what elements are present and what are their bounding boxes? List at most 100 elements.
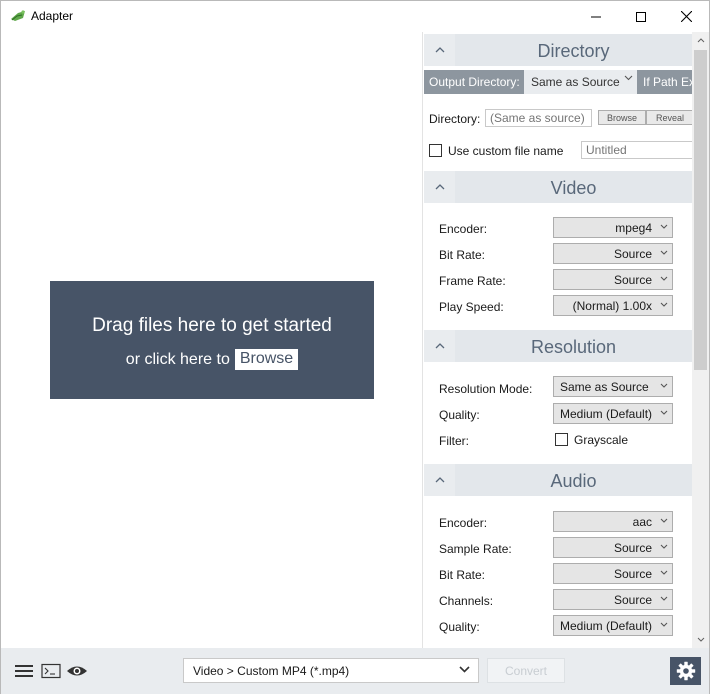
custom-file-name-input[interactable] <box>581 141 693 159</box>
chevron-up-icon <box>435 184 444 190</box>
resolution-filter-label: Filter: <box>439 434 469 448</box>
chevron-down-icon <box>660 224 668 229</box>
preview-button[interactable] <box>64 658 89 683</box>
video-bitrate-value: Source <box>613 247 652 261</box>
directory-input[interactable] <box>485 109 592 127</box>
custom-file-name-label: Use custom file name <box>448 144 564 158</box>
audio-bitrate-value: Source <box>613 567 652 581</box>
video-playspeed-value: (Normal) 1.00x <box>572 299 652 313</box>
resolution-mode-label: Resolution Mode: <box>439 382 533 396</box>
grayscale-checkbox[interactable] <box>555 433 568 446</box>
audio-quality-select[interactable]: Medium (Default) <box>553 615 673 636</box>
audio-encoder-select[interactable]: aac <box>553 511 673 532</box>
resolution-collapse-toggle[interactable] <box>424 330 455 362</box>
video-collapse-toggle[interactable] <box>424 171 455 203</box>
resolution-quality-label: Quality: <box>439 408 480 422</box>
audio-bitrate-select[interactable]: Source <box>553 563 673 584</box>
audio-encoder-value: aac <box>632 515 652 529</box>
resolution-quality-select[interactable]: Medium (Default) <box>553 403 673 424</box>
chevron-down-icon <box>660 622 668 627</box>
chevron-down-icon <box>660 518 668 523</box>
close-button[interactable] <box>663 1 709 32</box>
close-icon <box>680 11 692 22</box>
resolution-quality-value: Medium (Default) <box>560 407 653 421</box>
video-section-header[interactable]: Video <box>424 171 692 203</box>
scroll-down-arrow-icon <box>697 637 704 642</box>
output-directory-label: Output Directory: <box>424 70 524 94</box>
minimize-icon <box>591 16 601 17</box>
chevron-up-icon <box>435 343 444 349</box>
settings-scrollbar[interactable] <box>692 32 709 648</box>
drop-zone-title: Drag files here to get started <box>92 315 332 336</box>
output-directory-select[interactable]: Same as Source <box>524 70 637 94</box>
drop-zone[interactable]: Drag files here to get started or click … <box>50 281 374 399</box>
chevron-down-icon <box>660 302 668 307</box>
scroll-up-arrow-icon <box>697 38 704 43</box>
chevron-down-icon <box>660 544 668 549</box>
app-window: Adapter Drag files here to get started o… <box>0 0 710 694</box>
window-title: Adapter <box>31 9 74 23</box>
directory-browse-button[interactable]: Browse <box>598 110 646 125</box>
if-path-exists-label: If Path Exi <box>637 70 697 94</box>
preset-select[interactable]: Video > Custom MP4 (*.mp4) <box>183 658 479 683</box>
audio-samplerate-label: Sample Rate: <box>439 542 512 556</box>
directory-section-header[interactable]: Directory <box>424 34 692 66</box>
chevron-down-icon <box>660 410 668 415</box>
audio-channels-value: Source <box>613 593 652 607</box>
chevron-down-icon <box>624 75 633 81</box>
file-drop-area: Drag files here to get started or click … <box>1 32 422 648</box>
video-section-title: Video <box>550 178 597 198</box>
audio-section-header[interactable]: Audio <box>424 464 692 496</box>
chevron-down-icon <box>660 596 668 601</box>
audio-quality-label: Quality: <box>439 620 480 634</box>
chevron-up-icon <box>435 477 444 483</box>
audio-collapse-toggle[interactable] <box>424 464 455 496</box>
convert-button[interactable]: Convert <box>487 658 565 683</box>
video-framerate-label: Frame Rate: <box>439 274 506 288</box>
resolution-mode-select[interactable]: Same as Source <box>553 376 673 397</box>
resolution-section-title: Resolution <box>530 337 617 357</box>
scroll-up-button[interactable] <box>692 32 709 49</box>
minimize-button[interactable] <box>573 1 619 32</box>
resolution-section-header[interactable]: Resolution <box>424 330 692 362</box>
directory-reveal-button[interactable]: Reveal <box>646 110 694 125</box>
maximize-button[interactable] <box>618 1 664 32</box>
hamburger-menu-icon <box>14 664 33 677</box>
directory-label: Directory: <box>429 112 481 126</box>
resolution-mode-value: Same as Source <box>560 380 649 394</box>
video-playspeed-select[interactable]: (Normal) 1.00x <box>553 295 673 316</box>
gear-icon <box>676 661 695 681</box>
browse-files-button[interactable]: Browse <box>234 349 299 370</box>
chevron-down-icon <box>459 666 470 673</box>
chevron-down-icon <box>660 276 668 281</box>
video-encoder-value: mpeg4 <box>615 221 652 235</box>
grayscale-label: Grayscale <box>574 433 629 447</box>
video-encoder-label: Encoder: <box>439 222 488 236</box>
terminal-button[interactable] <box>38 658 63 683</box>
settings-button[interactable] <box>670 657 701 685</box>
audio-samplerate-select[interactable]: Source <box>553 537 673 558</box>
output-directory-value: Same as Source <box>531 75 620 89</box>
scroll-down-button[interactable] <box>692 631 709 648</box>
audio-channels-select[interactable]: Source <box>553 589 673 610</box>
menu-button[interactable] <box>11 658 36 683</box>
directory-collapse-toggle[interactable] <box>424 34 455 66</box>
chevron-down-icon <box>660 383 668 388</box>
video-framerate-select[interactable]: Source <box>553 269 673 290</box>
audio-channels-label: Channels: <box>439 594 494 608</box>
video-encoder-select[interactable]: mpeg4 <box>553 217 673 238</box>
custom-file-name-checkbox[interactable] <box>429 144 442 157</box>
bottom-toolbar: Video > Custom MP4 (*.mp4) Convert <box>1 648 709 694</box>
video-framerate-value: Source <box>613 273 652 287</box>
audio-quality-value: Medium (Default) <box>560 619 653 633</box>
eye-icon <box>66 666 87 675</box>
title-bar: Adapter <box>1 1 709 32</box>
drop-zone-subtitle: or click here to Browse <box>50 349 374 370</box>
video-bitrate-select[interactable]: Source <box>553 243 673 264</box>
drop-zone-sub-text: or click here to <box>125 350 230 368</box>
chevron-down-icon <box>660 570 668 575</box>
scrollbar-thumb[interactable] <box>694 50 707 370</box>
chevron-up-icon <box>435 47 444 53</box>
audio-section-title: Audio <box>550 471 597 491</box>
output-directory-row: Output Directory: Same as Source If Path… <box>424 70 697 94</box>
